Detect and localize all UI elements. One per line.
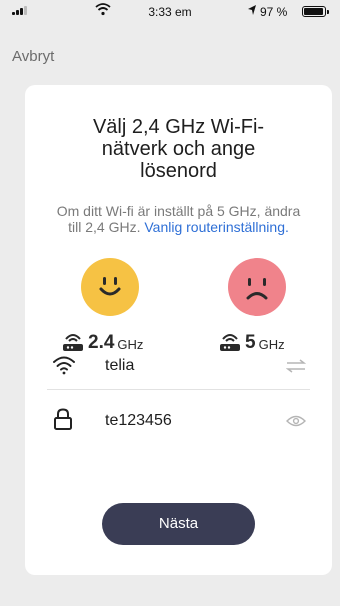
instruction-text: Om ditt Wi-fi är inställt på 5 GHz, ändr… <box>25 203 332 235</box>
status-time: 3:33 em <box>148 5 192 19</box>
status-bar: 3:33 em 97 % <box>0 0 340 22</box>
router-settings-link[interactable]: Vanlig routerinställning. <box>144 219 289 235</box>
wifi-icon <box>53 356 75 375</box>
eye-icon[interactable] <box>286 415 306 427</box>
field-divider <box>47 389 310 390</box>
ssid-value: telia <box>105 357 135 374</box>
password-value: te123456 <box>105 412 172 429</box>
switch-arrows-icon[interactable] <box>286 359 306 373</box>
battery-icon <box>302 6 329 17</box>
cancel-button[interactable]: Avbryt <box>12 48 54 65</box>
router-icon <box>220 334 240 351</box>
band-5ghz-label: 5 GHz <box>218 332 285 352</box>
sad-face-icon <box>228 258 286 316</box>
next-button[interactable]: Nästa <box>102 503 255 545</box>
wifi-setup-card: Välj 2,4 GHz Wi-Fi-nätverk och ange löse… <box>25 85 332 575</box>
lock-icon <box>54 408 72 430</box>
battery-percent: 97 % <box>260 5 288 19</box>
router-icon <box>63 334 83 351</box>
happy-face-icon <box>81 258 139 316</box>
password-field[interactable]: te123456 <box>47 395 310 433</box>
wifi-ssid-field[interactable]: telia <box>47 350 310 388</box>
location-arrow-icon <box>248 5 256 15</box>
page-title: Välj 2,4 GHz Wi-Fi-nätverk och ange löse… <box>92 116 265 182</box>
band-24ghz-label: 2.4 GHz <box>61 332 143 352</box>
